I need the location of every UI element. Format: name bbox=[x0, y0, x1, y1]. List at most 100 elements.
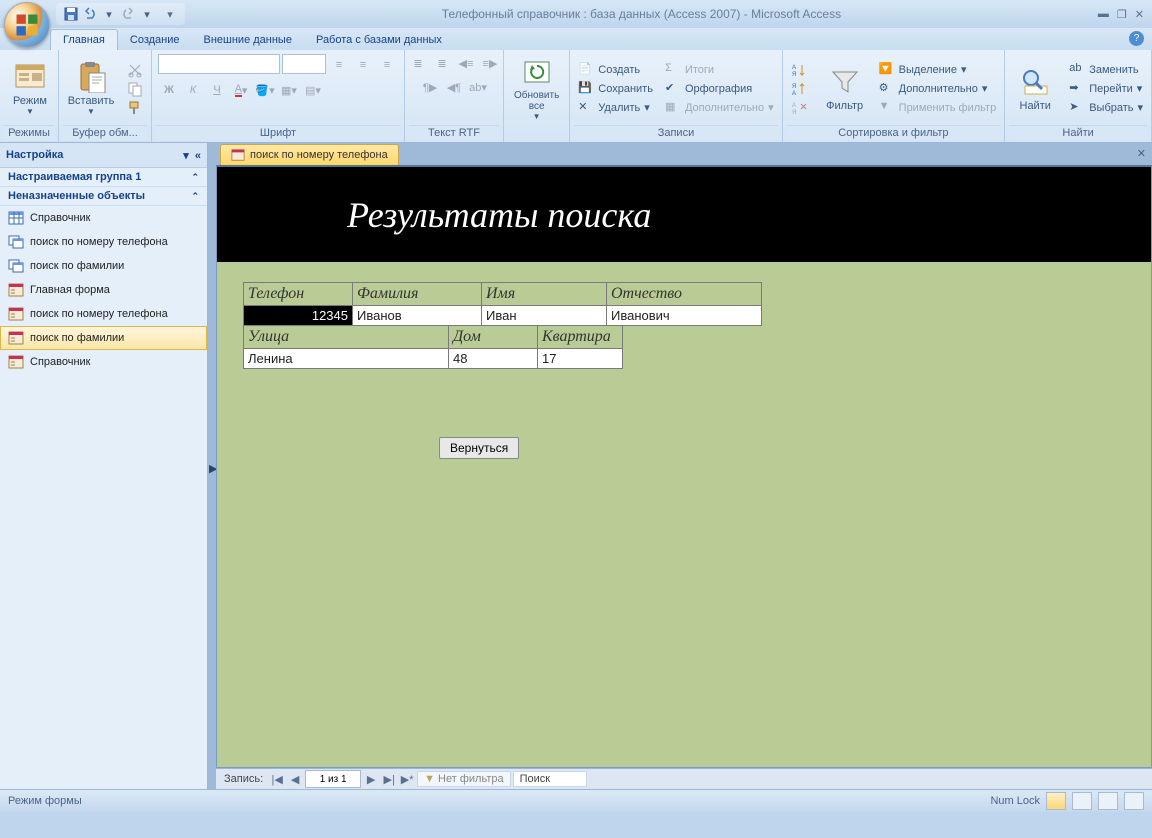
paste-button[interactable]: Вставить▼ bbox=[63, 59, 119, 118]
nav-header[interactable]: Настройка▾ « bbox=[0, 143, 207, 168]
cell-midname[interactable]: Иванович bbox=[607, 306, 762, 326]
maximize-button[interactable]: ❐ bbox=[1117, 8, 1127, 21]
prev-record-icon[interactable]: ◀ bbox=[287, 771, 303, 787]
redo-icon[interactable] bbox=[119, 5, 137, 23]
new-record-icon[interactable]: ▶* bbox=[399, 771, 415, 787]
view-design-icon[interactable] bbox=[1124, 792, 1144, 810]
gridlines-icon[interactable]: ▦▾ bbox=[278, 79, 300, 101]
grp-find: Найти bbox=[1009, 125, 1147, 140]
nav-item-form4[interactable]: Справочник bbox=[0, 350, 207, 374]
highlight-icon[interactable]: ab▾ bbox=[467, 76, 489, 98]
goto[interactable]: ➡Перейти ▾ bbox=[1065, 80, 1147, 98]
record-selector-rail[interactable]: ▶ bbox=[208, 143, 216, 789]
document-close-icon[interactable]: ✕ bbox=[1137, 147, 1146, 160]
italic-icon[interactable]: К bbox=[182, 79, 204, 101]
font-size-select[interactable] bbox=[282, 54, 326, 74]
cell-telephone[interactable]: 12345 bbox=[244, 306, 353, 326]
new-record[interactable]: 📄Создать bbox=[574, 61, 657, 79]
first-record-icon[interactable]: |◀ bbox=[269, 771, 285, 787]
record-search[interactable]: Поиск bbox=[513, 771, 587, 787]
nav-group-2[interactable]: Неназначенные объекты⌃ bbox=[0, 187, 207, 206]
cut-icon[interactable] bbox=[123, 61, 147, 79]
select[interactable]: ➤Выбрать ▾ bbox=[1065, 99, 1147, 117]
cell-apt[interactable]: 17 bbox=[538, 349, 623, 369]
view-button[interactable]: Режим▼ bbox=[4, 59, 56, 118]
ltr-icon[interactable]: ¶▶ bbox=[419, 76, 441, 98]
filter-button[interactable]: Фильтр bbox=[819, 64, 871, 114]
svg-text:А: А bbox=[792, 65, 796, 71]
align-left-icon[interactable]: ≡ bbox=[328, 54, 350, 76]
next-record-icon[interactable]: ▶ bbox=[363, 771, 379, 787]
last-record-icon[interactable]: ▶| bbox=[381, 771, 397, 787]
view-form-icon[interactable] bbox=[1046, 792, 1066, 810]
nav-item-form2[interactable]: поиск по номеру телефона bbox=[0, 302, 207, 326]
result-table-1: ТелефонФамилияИмяОтчество 12345ИвановИва… bbox=[243, 282, 762, 326]
format-painter-icon[interactable] bbox=[123, 99, 147, 117]
cell-street[interactable]: Ленина bbox=[244, 349, 449, 369]
new-icon: 📄 bbox=[578, 62, 594, 78]
spelling[interactable]: ✔Орфография bbox=[661, 80, 778, 98]
nav-group-1[interactable]: Настраиваемая группа 1⌃ bbox=[0, 168, 207, 187]
clear-sort-icon[interactable]: АЯ bbox=[787, 99, 811, 117]
back-button[interactable]: Вернуться bbox=[439, 437, 519, 459]
font-family-select[interactable] bbox=[158, 54, 280, 74]
refresh-button[interactable]: Обновить все▼ bbox=[508, 54, 565, 123]
underline-icon[interactable]: Ч bbox=[206, 79, 228, 101]
selection-filter[interactable]: 🔽Выделение ▾ bbox=[875, 61, 1001, 79]
delete-record[interactable]: ✕Удалить ▾ bbox=[574, 99, 657, 117]
copy-icon[interactable] bbox=[123, 80, 147, 98]
tab-external[interactable]: Внешние данные bbox=[192, 30, 304, 50]
undo-menu-icon[interactable]: ▾ bbox=[100, 5, 118, 23]
adv-icon: ⚙ bbox=[879, 81, 895, 97]
sort-asc-icon[interactable]: АЯ bbox=[787, 61, 811, 79]
help-button[interactable]: ? bbox=[1129, 31, 1144, 46]
filter-indicator[interactable]: ▼Нет фильтра bbox=[417, 771, 510, 787]
view-datasheet-icon[interactable] bbox=[1072, 792, 1092, 810]
cell-firstname[interactable]: Иван bbox=[482, 306, 607, 326]
record-position[interactable] bbox=[305, 770, 361, 788]
font-color-icon[interactable]: A▾ bbox=[230, 79, 252, 101]
find-button[interactable]: Найти bbox=[1009, 64, 1061, 114]
document-tab[interactable]: поиск по номеру телефона bbox=[220, 144, 399, 165]
align-center-icon[interactable]: ≡ bbox=[352, 54, 374, 76]
minimize-button[interactable]: ▬ bbox=[1098, 8, 1109, 21]
tab-home[interactable]: Главная bbox=[50, 29, 118, 50]
save-icon[interactable] bbox=[62, 5, 80, 23]
view-layout-icon[interactable] bbox=[1098, 792, 1118, 810]
redo-menu-icon[interactable]: ▾ bbox=[138, 5, 156, 23]
save-record[interactable]: 💾Сохранить bbox=[574, 80, 657, 98]
cell-house[interactable]: 48 bbox=[449, 349, 538, 369]
rtl-icon[interactable]: ◀¶ bbox=[443, 76, 465, 98]
office-orb[interactable] bbox=[4, 2, 50, 48]
close-button[interactable]: ✕ bbox=[1135, 8, 1144, 21]
sort-desc-icon[interactable]: ЯА bbox=[787, 80, 811, 98]
align-right-icon[interactable]: ≡ bbox=[376, 54, 398, 76]
spell-icon: ✔ bbox=[665, 81, 681, 97]
replace[interactable]: abЗаменить bbox=[1065, 61, 1147, 79]
indent-inc-icon[interactable]: ≡▶ bbox=[479, 52, 501, 74]
nav-item-form3[interactable]: поиск по фамилии bbox=[0, 326, 207, 350]
nav-item-form1[interactable]: Главная форма bbox=[0, 278, 207, 302]
toggle-filter[interactable]: ▼Применить фильтр bbox=[875, 99, 1001, 117]
totals[interactable]: ΣИтоги bbox=[661, 61, 778, 79]
cell-lastname[interactable]: Иванов bbox=[353, 306, 482, 326]
indent-dec-icon[interactable]: ◀≡ bbox=[455, 52, 477, 74]
advanced-filter[interactable]: ⚙Дополнительно ▾ bbox=[875, 80, 1001, 98]
status-numlock: Num Lock bbox=[990, 795, 1040, 807]
qat-customize-icon[interactable]: ▾ bbox=[161, 5, 179, 23]
more-records[interactable]: ▦Дополнительно ▾ bbox=[661, 99, 778, 117]
alt-row-icon[interactable]: ▤▾ bbox=[302, 79, 324, 101]
list-num-icon[interactable]: ≣ bbox=[407, 52, 429, 74]
fill-color-icon[interactable]: 🪣▾ bbox=[254, 79, 276, 101]
nav-item-table[interactable]: Справочник bbox=[0, 206, 207, 230]
nav-item-query2[interactable]: поиск по фамилии bbox=[0, 254, 207, 278]
select-icon: ➤ bbox=[1069, 100, 1085, 116]
undo-icon[interactable] bbox=[81, 5, 99, 23]
list-bul-icon[interactable]: ≣ bbox=[431, 52, 453, 74]
form-body: Результаты поиска ТелефонФамилияИмяОтчес… bbox=[216, 165, 1152, 768]
nav-item-query1[interactable]: поиск по номеру телефона bbox=[0, 230, 207, 254]
bold-icon[interactable]: Ж bbox=[158, 79, 180, 101]
form-title: Результаты поиска bbox=[347, 194, 651, 236]
tab-create[interactable]: Создание bbox=[118, 30, 192, 50]
tab-dbtools[interactable]: Работа с базами данных bbox=[304, 30, 454, 50]
